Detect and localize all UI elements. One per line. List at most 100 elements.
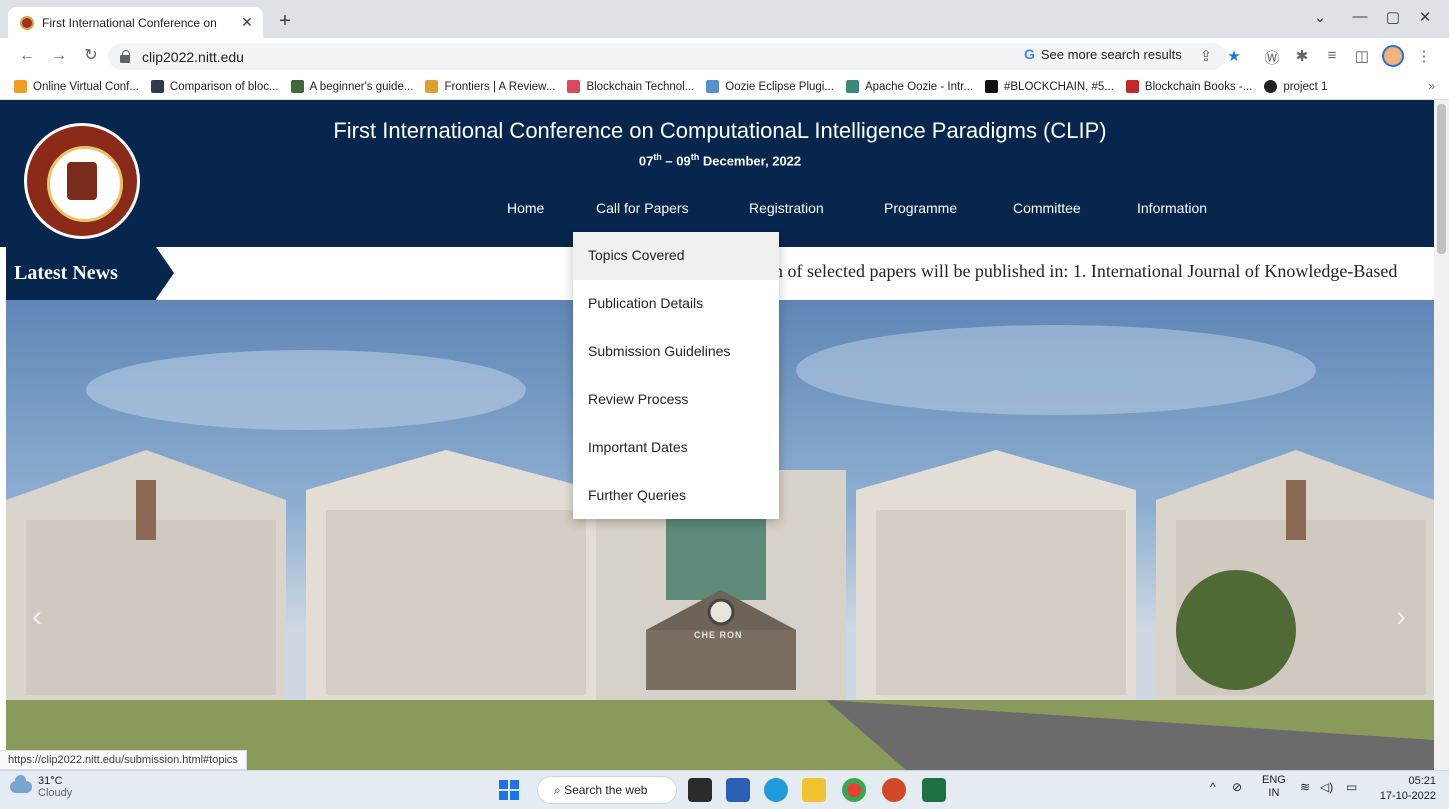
conference-dates: 07th – 09th December, 2022 [520,152,920,168]
browser-tab[interactable]: First International Conference on ✕ [8,7,263,38]
nit-logo[interactable] [24,123,140,239]
bookmark-label: Frontiers | A Review... [444,80,556,93]
address-toolbar: ← → ↻ clip2022.nitt.edu G See more searc… [0,38,1449,74]
tab-search-chevron-icon[interactable]: ⌄ [1305,8,1335,26]
back-button[interactable]: ← [16,45,38,67]
extensions-puzzle-icon[interactable]: ✱ [1292,47,1312,65]
dropdown-item-topics-covered[interactable]: Topics Covered [573,232,779,280]
bookmark-label: project 1 [1283,80,1328,93]
site-header: First International Conference on Comput… [0,100,1449,247]
bookmark-item[interactable]: Apache Oozie - Intr... [845,80,973,93]
browser-tab-strip: First International Conference on ✕ + ⌄ … [0,0,1449,38]
hero-building-sign: CHE RON [694,630,743,640]
bookmark-item[interactable]: Frontiers | A Review... [425,80,555,93]
powerpoint-app-icon[interactable] [882,778,906,802]
cloud-icon [10,775,32,793]
bookmark-item[interactable]: Oozie Eclipse Plugi... [706,80,834,93]
menu-kebab-icon[interactable]: ⋮ [1414,47,1434,65]
bookmark-label: A beginner's guide... [309,80,414,93]
date-start-suffix: th [653,152,662,162]
date-month-year: December, 2022 [699,153,802,169]
network-off-icon[interactable]: ⊘ [1232,780,1242,794]
scrollbar-thumb[interactable] [1437,104,1446,254]
bookmarks-overflow-button[interactable]: » [1428,79,1435,93]
forward-button[interactable]: → [48,45,70,67]
language-indicator[interactable]: ENG IN [1262,774,1286,800]
bookmark-label: #BLOCKCHAIN, #5... [1003,80,1114,93]
task-view-icon[interactable] [688,778,712,802]
reading-list-icon[interactable]: ≡ [1322,47,1342,64]
tray-chevron-icon[interactable]: ^ [1210,780,1216,794]
nav-programme[interactable]: Programme [884,200,957,216]
page-scrollbar[interactable] [1434,100,1449,770]
bookmark-item[interactable]: A beginner's guide... [290,80,414,93]
bookmark-favicon-icon [290,80,304,93]
close-window-button[interactable]: ✕ [1410,8,1440,26]
carousel-next-arrow-icon[interactable]: › [1396,600,1406,634]
profile-avatar[interactable] [1382,45,1404,67]
bookmark-favicon-icon [984,80,998,93]
new-tab-button[interactable]: + [272,9,298,35]
dropdown-item-submission-guidelines[interactable]: Submission Guidelines [573,328,779,376]
bookmark-favicon-icon [1125,80,1139,93]
windows-taskbar: 31°C Cloudy ⌕ Search the web ^ ⊘ ENG IN … [0,770,1449,809]
lock-icon[interactable] [120,49,130,63]
side-panel-icon[interactable]: ◫ [1352,47,1372,65]
dropdown-item-further-queries[interactable]: Further Queries [573,472,779,520]
date-separator: – 09 [661,153,691,169]
windows-start-icon[interactable] [499,780,519,800]
bookmark-label: Blockchain Books -... [1144,80,1253,93]
weather-widget[interactable]: 31°C Cloudy [10,775,72,799]
bookmark-item[interactable]: Online Virtual Conf... [14,80,139,93]
dropdown-item-publication-details[interactable]: Publication Details [573,280,779,328]
extension-w-icon[interactable]: Ⓦ [1262,47,1282,68]
carousel-prev-arrow-icon[interactable]: ‹ [32,600,42,634]
bookmark-favicon-icon [150,80,164,93]
edge-app-icon[interactable] [764,778,788,802]
region-code: IN [1268,787,1280,799]
excel-app-icon[interactable] [922,778,946,802]
weather-condition: Cloudy [38,787,73,799]
more-search-label: See more search results [1040,46,1182,62]
reload-button[interactable]: ↻ [80,45,102,67]
chrome-app-icon[interactable] [842,778,866,802]
dropdown-item-important-dates[interactable]: Important Dates [573,424,779,472]
bookmark-label: Oozie Eclipse Plugi... [725,80,834,93]
date-end-suffix: th [690,152,700,162]
google-icon: G [1024,46,1035,62]
share-icon[interactable]: ⇪ [1196,47,1216,65]
bookmark-favicon-icon [845,80,859,93]
minimize-button[interactable]: — [1345,8,1375,25]
bookmark-item[interactable]: Comparison of bloc... [150,80,279,93]
bookmark-item[interactable]: #BLOCKCHAIN, #5... [984,80,1114,93]
wifi-icon[interactable]: ≋ [1300,780,1310,794]
file-explorer-icon[interactable] [802,778,826,802]
more-search-results-chip[interactable]: G See more search results [1024,46,1182,62]
bookmark-label: Comparison of bloc... [169,80,279,93]
language-code: ENG [1262,774,1286,786]
dropdown-item-review-process[interactable]: Review Process [573,376,779,424]
volume-icon[interactable]: ◁) [1320,780,1333,794]
clock-date: 17-10-2022 [1379,790,1436,802]
nav-home[interactable]: Home [507,200,544,216]
nav-registration[interactable]: Registration [749,200,824,216]
nav-call-for-papers[interactable]: Call for Papers [596,200,689,216]
nav-committee[interactable]: Committee [1013,200,1081,216]
restore-button[interactable]: ▢ [1378,8,1408,26]
battery-icon[interactable]: ▭ [1346,780,1357,794]
nav-information[interactable]: Information [1137,200,1207,216]
word-app-icon[interactable] [726,778,750,802]
tab-close-icon[interactable]: ✕ [239,14,255,31]
bookmark-item[interactable]: project 1 [1264,80,1327,93]
news-ticker-text[interactable]: ion of selected papers will be published… [760,261,1397,282]
system-clock[interactable]: 05:21 17-10-2022 [1376,774,1436,804]
link-status-url: https://clip2022.nitt.edu/submission.htm… [0,750,247,770]
tab-title: First International Conference on [42,15,217,30]
call-for-papers-dropdown: Topics Covered Publication Details Submi… [573,232,779,519]
bookmark-item[interactable]: Blockchain Books -... [1125,80,1253,93]
taskbar-search-box[interactable]: ⌕ Search the web [537,776,677,804]
bookmark-star-icon[interactable]: ★ [1224,47,1244,65]
clock-time: 05:21 [1408,775,1436,787]
bookmark-item[interactable]: Blockchain Technol... [567,80,694,93]
weather-temperature: 31°C [38,775,63,787]
